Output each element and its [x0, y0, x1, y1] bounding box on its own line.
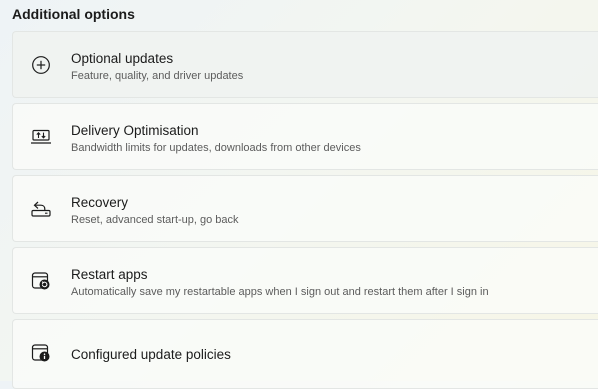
restart-apps-icon [29, 271, 53, 291]
delivery-optimisation-icon [29, 127, 53, 147]
restart-apps-option[interactable]: Restart apps Automatically save my resta… [12, 247, 598, 314]
update-policies-icon [29, 343, 53, 363]
option-title: Recovery [71, 195, 129, 210]
option-description: Feature, quality, and driver updates [71, 70, 244, 82]
section-title: Additional options [12, 6, 135, 22]
option-description: Bandwidth limits for updates, downloads … [71, 142, 361, 154]
option-title: Configured update policies [71, 347, 231, 362]
option-title: Delivery Optimisation [71, 123, 199, 138]
option-title: Restart apps [71, 267, 148, 282]
option-title: Optional updates [71, 51, 174, 66]
plus-circle-icon [29, 55, 53, 75]
option-description: Reset, advanced start-up, go back [71, 214, 239, 226]
delivery-optimisation-option[interactable]: Delivery Optimisation Bandwidth limits f… [12, 103, 598, 170]
optional-updates-option[interactable]: Optional updates Feature, quality, and d… [12, 31, 598, 98]
option-description: Automatically save my restartable apps w… [71, 286, 489, 298]
configured-update-policies-option[interactable]: Configured update policies [12, 319, 598, 389]
recovery-option[interactable]: Recovery Reset, advanced start-up, go ba… [12, 175, 598, 242]
recovery-icon [29, 199, 53, 219]
